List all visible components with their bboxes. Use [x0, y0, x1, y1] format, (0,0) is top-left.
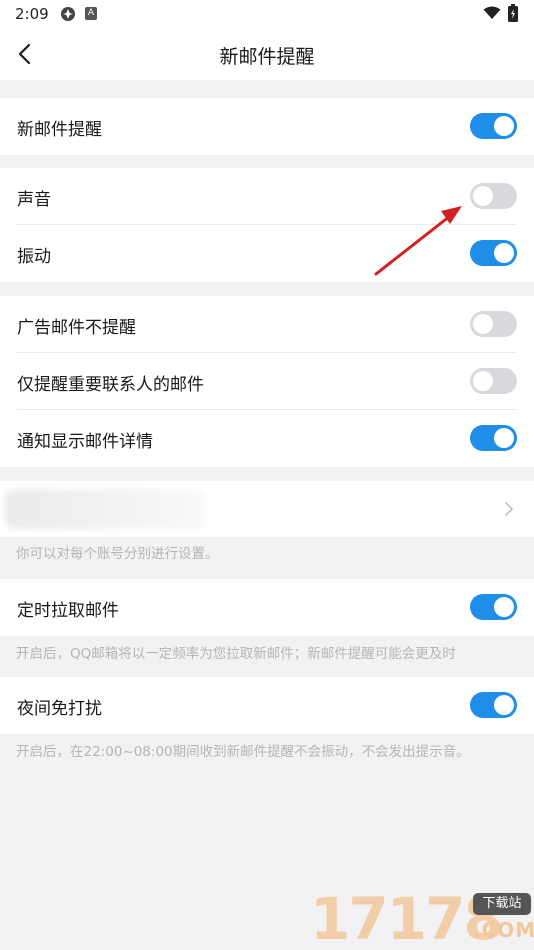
section-night-mode: 夜间免打扰 — [0, 677, 534, 734]
app-notification-icon — [61, 7, 75, 21]
toggle-knob — [494, 116, 514, 136]
setting-label: 夜间免打扰 — [17, 699, 102, 719]
setting-row-show-details: 通知显示邮件详情 — [0, 410, 534, 467]
show-details-toggle[interactable] — [470, 425, 517, 451]
section-sound-vibrate: 声音 振动 — [0, 168, 534, 282]
toggle-knob — [473, 314, 493, 334]
account-row[interactable] — [0, 481, 534, 537]
toggle-knob — [473, 186, 493, 206]
nav-bar: 新邮件提醒 — [0, 28, 534, 80]
toggle-knob — [494, 428, 514, 448]
status-bar: 2:09 A — [0, 0, 534, 28]
toggle-knob — [473, 371, 493, 391]
chevron-right-icon — [505, 502, 513, 516]
wifi-icon — [483, 6, 501, 19]
watermark-tag: 下载站 — [473, 893, 531, 915]
setting-label: 通知显示邮件详情 — [17, 432, 153, 452]
setting-label: 定时拉取邮件 — [17, 601, 119, 621]
timed-fetch-toggle[interactable] — [470, 594, 517, 620]
ad-mail-toggle[interactable] — [470, 311, 517, 337]
timed-fetch-note: 开启后，QQ邮箱将以一定频率为您拉取新邮件；新邮件提醒可能会更及时 — [16, 646, 456, 662]
setting-label: 仅提醒重要联系人的邮件 — [17, 375, 204, 395]
watermark-suffix: .COM — [473, 918, 534, 942]
watermark-logo: 17178 下载站 .COM — [310, 885, 534, 950]
setting-label: 广告邮件不提醒 — [17, 318, 136, 338]
setting-row-timed-fetch: 定时拉取邮件 — [0, 579, 534, 636]
setting-label: 声音 — [17, 190, 51, 210]
toggle-knob — [494, 597, 514, 617]
setting-row-ad-mail: 广告邮件不提醒 — [0, 296, 534, 353]
blurred-account-name — [5, 489, 207, 529]
setting-label: 新邮件提醒 — [17, 120, 102, 140]
new-mail-alert-toggle[interactable] — [470, 113, 517, 139]
night-mode-toggle[interactable] — [470, 692, 517, 718]
important-contacts-toggle[interactable] — [470, 368, 517, 394]
section-timed-fetch: 定时拉取邮件 — [0, 579, 534, 636]
setting-label: 振动 — [17, 247, 51, 267]
night-mode-note: 开启后，在22:00~08:00期间收到新邮件提醒不会振动，不会发出提示音。 — [16, 744, 470, 760]
setting-row-new-mail-alert: 新邮件提醒 — [0, 98, 534, 155]
setting-row-vibrate: 振动 — [0, 225, 534, 282]
sound-toggle[interactable] — [470, 183, 517, 209]
section-new-mail: 新邮件提醒 — [0, 98, 534, 155]
battery-icon — [508, 4, 518, 22]
account-note: 你可以对每个账号分别进行设置。 — [16, 546, 219, 562]
setting-row-important-contacts: 仅提醒重要联系人的邮件 — [0, 353, 534, 410]
vibrate-toggle[interactable] — [470, 240, 517, 266]
setting-row-night-mode: 夜间免打扰 — [0, 677, 534, 734]
app-badge-icon: A — [85, 7, 97, 20]
toggle-knob — [494, 695, 514, 715]
toggle-knob — [494, 243, 514, 263]
section-filters: 广告邮件不提醒 仅提醒重要联系人的邮件 通知显示邮件详情 — [0, 296, 534, 467]
setting-row-sound: 声音 — [0, 168, 534, 225]
page-title: 新邮件提醒 — [219, 46, 315, 68]
status-time: 2:09 — [15, 5, 49, 23]
